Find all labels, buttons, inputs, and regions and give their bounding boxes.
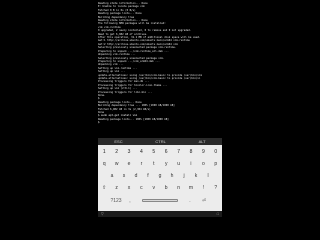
- key-letter[interactable]: k: [190, 170, 202, 181]
- key-digit[interactable]: 6: [160, 146, 172, 157]
- key-letter[interactable]: j: [178, 170, 190, 181]
- comma-key[interactable]: ,: [125, 195, 135, 206]
- terminal-line: $: [98, 121, 100, 125]
- key-digit[interactable]: 8: [185, 146, 197, 157]
- key-letter[interactable]: r: [135, 158, 147, 169]
- key-letter[interactable]: u: [172, 158, 184, 169]
- key-digit[interactable]: 5: [148, 146, 160, 157]
- keyboard-row-2: asdfghjkl: [98, 170, 222, 181]
- navigation-bar: ▽ □: [98, 211, 222, 217]
- key-letter[interactable]: x: [123, 182, 135, 193]
- key-letter[interactable]: z: [110, 182, 122, 193]
- key-digit[interactable]: 9: [197, 146, 209, 157]
- key-letter[interactable]: e: [123, 158, 135, 169]
- key-letter[interactable]: c: [135, 182, 147, 193]
- key-letter[interactable]: f: [142, 170, 154, 181]
- key-digit[interactable]: 2: [110, 146, 122, 157]
- key-letter[interactable]: y: [160, 158, 172, 169]
- key-letter[interactable]: d: [130, 170, 142, 181]
- key-letter[interactable]: p: [210, 158, 222, 169]
- back-icon[interactable]: ▽: [101, 212, 104, 216]
- key-digit[interactable]: 4: [135, 146, 147, 157]
- key-letter[interactable]: m: [185, 182, 197, 193]
- keyboard-row-bottom: ?123 , . ⏎: [98, 195, 222, 206]
- key-letter[interactable]: w: [110, 158, 122, 169]
- enter-key[interactable]: ⏎: [195, 195, 213, 206]
- soft-keyboard: 1234567890 qwertyuiop asdfghjkl ⇧ z x c v b n m…: [98, 145, 222, 211]
- key-letter[interactable]: a: [106, 170, 118, 181]
- key-letter[interactable]: h: [166, 170, 178, 181]
- esc-key[interactable]: ESC: [114, 139, 122, 144]
- key-digit[interactable]: 1: [98, 146, 110, 157]
- key-letter[interactable]: i: [185, 158, 197, 169]
- recent-apps-icon[interactable]: □: [217, 212, 219, 216]
- period-key[interactable]: .: [185, 195, 195, 206]
- key-letter[interactable]: t: [148, 158, 160, 169]
- key-digit[interactable]: 7: [172, 146, 184, 157]
- key-letter[interactable]: q: [98, 158, 110, 169]
- terminal-output[interactable]: Reading state information... Done E: Unab…: [98, 2, 224, 140]
- key-digit[interactable]: 0: [210, 146, 222, 157]
- alt-key[interactable]: ALT: [199, 139, 206, 144]
- key-digit[interactable]: 3: [123, 146, 135, 157]
- symbols-key[interactable]: ?123: [107, 195, 125, 206]
- key-letter[interactable]: s: [118, 170, 130, 181]
- spacebar-shape: [142, 199, 178, 202]
- key-letter[interactable]: g: [154, 170, 166, 181]
- key-letter[interactable]: ?: [210, 182, 222, 193]
- spacebar[interactable]: [135, 195, 185, 206]
- keyboard-row-numbers: 1234567890: [98, 146, 222, 157]
- key-letter[interactable]: o: [197, 158, 209, 169]
- keyboard-row-1: qwertyuiop: [98, 158, 222, 169]
- keyboard-row-3: ⇧ z x c v b n m!?: [98, 182, 222, 193]
- shift-key[interactable]: ⇧: [98, 182, 110, 193]
- key-letter[interactable]: v: [148, 182, 160, 193]
- key-letter[interactable]: n: [172, 182, 184, 193]
- key-letter[interactable]: l: [202, 170, 214, 181]
- modifier-key-bar: ESC CTRL ALT: [98, 138, 222, 145]
- key-letter[interactable]: !: [197, 182, 209, 193]
- ctrl-key[interactable]: CTRL: [155, 139, 165, 144]
- key-letter[interactable]: b: [160, 182, 172, 193]
